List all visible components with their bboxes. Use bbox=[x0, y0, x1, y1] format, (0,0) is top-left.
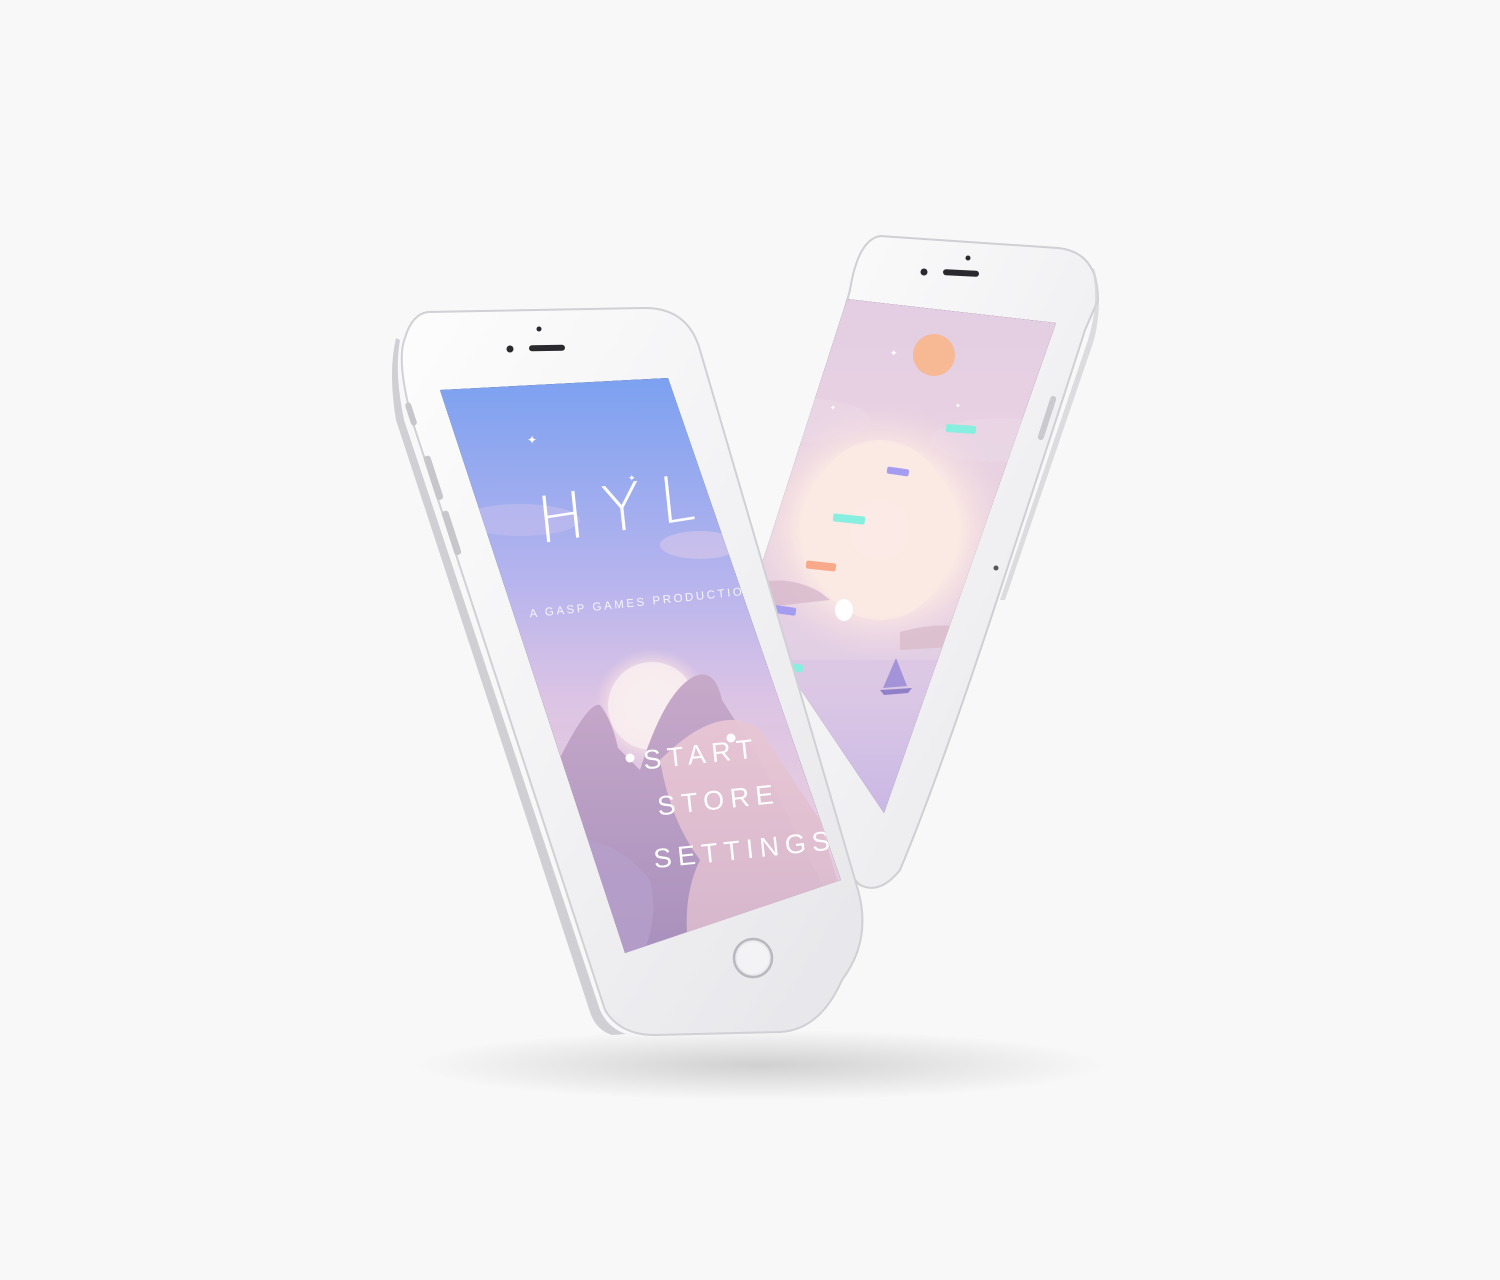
phones-illustration: ✦ ✦ ✦ ✦ ✦ HYLO A GASP GAMES PRODUCTIONS … bbox=[392, 234, 1100, 1037]
mockup-stage: ✦ ✦ ✦ ✦ ✦ HYLO A GASP GAMES PRODUCTIONS … bbox=[0, 0, 1500, 1280]
ball-icon bbox=[835, 599, 853, 621]
home-button-face bbox=[737, 942, 769, 974]
star-icon: ✦ bbox=[955, 402, 961, 410]
star-icon: ✦ bbox=[890, 349, 898, 359]
star-icon: ✦ bbox=[830, 404, 836, 412]
front-phone-proximity-sensor bbox=[536, 326, 542, 332]
back-phone-proximity-sensor bbox=[965, 255, 971, 261]
start-bullet-left bbox=[625, 753, 635, 763]
front-phone-speaker bbox=[529, 344, 565, 352]
back-phone-camera bbox=[920, 268, 928, 276]
front-phone-camera bbox=[506, 345, 514, 353]
start-bullet-right bbox=[726, 733, 736, 743]
back-phone-sensor bbox=[993, 565, 999, 571]
star-icon: ✦ bbox=[527, 433, 537, 447]
front-phone: ✦ ✦ HYLO A GASP GAMES PRODUCTIONS START bbox=[392, 306, 864, 1037]
moon-icon bbox=[913, 334, 955, 376]
